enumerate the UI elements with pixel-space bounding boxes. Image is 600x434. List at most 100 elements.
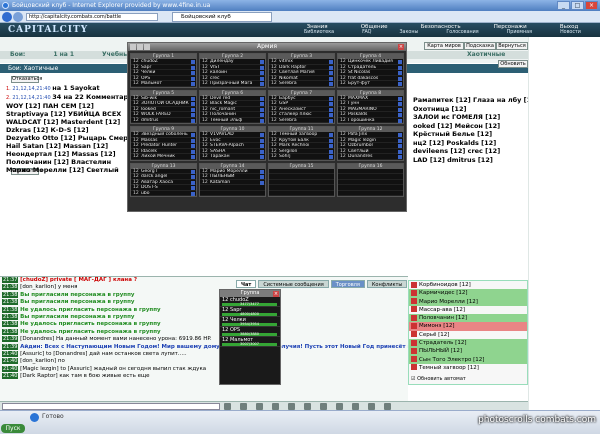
member-name[interactable]: Mark Rechnoi: [279, 143, 329, 147]
friends-icon[interactable]: [368, 403, 375, 410]
member-info-icon[interactable]: [191, 96, 195, 101]
group-member-row[interactable]: 12 Мальмот 3007/3007: [220, 337, 280, 347]
army-member-row[interactable]: 12 Dunandres: [338, 154, 403, 160]
member-info-icon[interactable]: [191, 82, 195, 86]
member-name[interactable]: St Nicolas: [348, 70, 398, 74]
army-member-row[interactable]: 12 Serebra: [269, 81, 334, 87]
member-info-icon[interactable]: [191, 71, 195, 75]
close-button[interactable]: ×: [585, 1, 598, 10]
member-name[interactable]: Evoc: [210, 138, 260, 142]
member-info-icon[interactable]: [260, 138, 264, 143]
member-info-icon[interactable]: [329, 96, 333, 101]
member-info-icon[interactable]: [260, 155, 264, 159]
group-member-row[interactable]: 12 OPS 3880/3880: [220, 327, 280, 337]
member-name[interactable]: Dunandres: [348, 154, 398, 158]
member-info-icon[interactable]: [260, 149, 264, 154]
battle-tab[interactable]: 1 на 1: [43, 51, 92, 59]
member-info-icon[interactable]: [329, 76, 333, 81]
user-list-item[interactable]: Массар-ава [12]: [409, 306, 527, 314]
member-name[interactable]: VIST: [210, 65, 260, 69]
member-info-icon[interactable]: [329, 144, 333, 148]
member-info-icon[interactable]: [398, 133, 402, 137]
member-info-icon[interactable]: [398, 96, 402, 101]
member-name[interactable]: Massas: [141, 138, 191, 142]
member-info-icon[interactable]: [260, 60, 264, 64]
member-info-icon[interactable]: [260, 65, 264, 70]
army-member-row[interactable]: 12 Serebra: [269, 118, 334, 123]
member-name[interactable]: MAXMAX: [348, 96, 398, 100]
member-info-icon[interactable]: [191, 144, 195, 148]
player-name[interactable]: Dezyatko Otto [12]: [6, 134, 78, 142]
member-name[interactable]: Poskalds: [348, 112, 398, 116]
player-name[interactable]: нц2 [12]: [413, 139, 446, 147]
user-list-item[interactable]: Темный загвоор [12]: [409, 364, 527, 372]
forward-nav-icon[interactable]: [13, 12, 23, 22]
color-icon[interactable]: [320, 403, 327, 410]
member-info-icon[interactable]: [260, 144, 264, 148]
battle-row[interactable]: devileens [12] crec [12]: [413, 147, 539, 156]
member-name[interactable]: Sib-wik: [141, 96, 191, 100]
group-member-row[interactable]: 12 Sapr 4800/4800: [220, 307, 280, 317]
user-list-item[interactable]: Корбиноидов [12]: [409, 281, 527, 289]
back-nav-icon[interactable]: [2, 12, 12, 22]
player-name[interactable]: К-D-S [12]: [50, 126, 88, 134]
member-name[interactable]: MAGMARINO: [348, 107, 398, 111]
player-name[interactable]: Straptivaya [12]: [6, 110, 68, 118]
member-info-icon[interactable]: [191, 113, 195, 117]
battle-row[interactable]: Hail Satan [12] Massan [12]: [6, 142, 137, 150]
member-name[interactable]: Призрачный Мага: [210, 81, 260, 85]
player-name[interactable]: Марио Морелли [12]: [6, 166, 86, 174]
user-name[interactable]: Сын Того Электро [12]: [419, 357, 484, 363]
member-info-icon[interactable]: [329, 102, 333, 106]
member-info-icon[interactable]: [329, 113, 333, 117]
player-name[interactable]: crec [12]: [468, 147, 501, 155]
player-name[interactable]: WALDCAT [12]: [6, 118, 61, 126]
member-name[interactable]: STERVA-Alpach: [210, 143, 260, 147]
army-member-row[interactable]: 12 Мальмот: [131, 81, 196, 87]
member-name[interactable]: dmitrus: [141, 118, 191, 122]
member-name[interactable]: Темный Эльф: [210, 118, 260, 122]
member-name[interactable]: калоин: [210, 70, 260, 74]
user-name[interactable]: Страдатель [12]: [419, 340, 466, 346]
member-info-icon[interactable]: [398, 144, 402, 148]
user-name[interactable]: Кармичидес [12]: [419, 290, 468, 296]
battle-row[interactable]: ЗАЛОИ ис ГОМЕЛЯ [12]: [413, 113, 539, 122]
player-name[interactable]: Неондертал [12]: [6, 150, 72, 158]
member-name[interactable]: Крутой Балк: [279, 138, 329, 142]
member-info-icon[interactable]: [260, 107, 264, 112]
user-list-item[interactable]: Серьё [12]: [409, 331, 527, 339]
member-info-icon[interactable]: [260, 102, 264, 106]
member-name[interactable]: Цинкочек Ливадия: [348, 59, 398, 63]
member-name[interactable]: Темный загвоор: [279, 132, 329, 136]
member-info-icon[interactable]: [260, 71, 264, 75]
member-name[interactable]: Devil red: [210, 96, 260, 100]
member-info-icon[interactable]: [329, 107, 333, 112]
member-name[interactable]: Sapr: [141, 65, 191, 69]
member-name[interactable]: WOLK FARED: [141, 112, 191, 116]
member-info-icon[interactable]: [329, 71, 333, 75]
auto-refresh-checkbox[interactable]: ☑ Обновить автомат: [411, 376, 466, 382]
member-info-icon[interactable]: [329, 149, 333, 154]
member-name[interactable]: Black Magic: [210, 101, 260, 105]
member-info-icon[interactable]: [329, 60, 333, 64]
member-name[interactable]: Serebra: [279, 81, 329, 85]
maximize-button[interactable]: □: [571, 1, 584, 10]
member-info-icon[interactable]: [329, 155, 333, 159]
army-member-row[interactable]: 12 Горошинка: [338, 118, 403, 123]
player-name[interactable]: Sayokat: [70, 84, 99, 92]
member-name[interactable]: Magic lezgin: [348, 138, 398, 142]
member-info-icon[interactable]: [398, 65, 402, 70]
member-name[interactable]: V1VAVLAD: [210, 132, 260, 136]
member-info-icon[interactable]: [191, 175, 195, 179]
player-name[interactable]: Poskalds [12]: [446, 139, 496, 147]
army-member-row[interactable]: 12 Брут-фут: [338, 81, 403, 87]
army-member-row[interactable]: 12 Темный Эльф: [200, 118, 265, 123]
player-name[interactable]: LAD [12]: [413, 156, 447, 164]
member-name[interactable]: ubo: [141, 191, 191, 195]
member-info-icon[interactable]: [260, 175, 264, 179]
chat-tab[interactable]: Торговля: [330, 280, 365, 288]
chat-input[interactable]: [2, 403, 220, 410]
user-list-item[interactable]: Страдатель [12]: [409, 339, 527, 348]
member-name[interactable]: Брут-фут: [348, 81, 398, 85]
sub-menu-item[interactable]: FAQ: [362, 30, 371, 36]
